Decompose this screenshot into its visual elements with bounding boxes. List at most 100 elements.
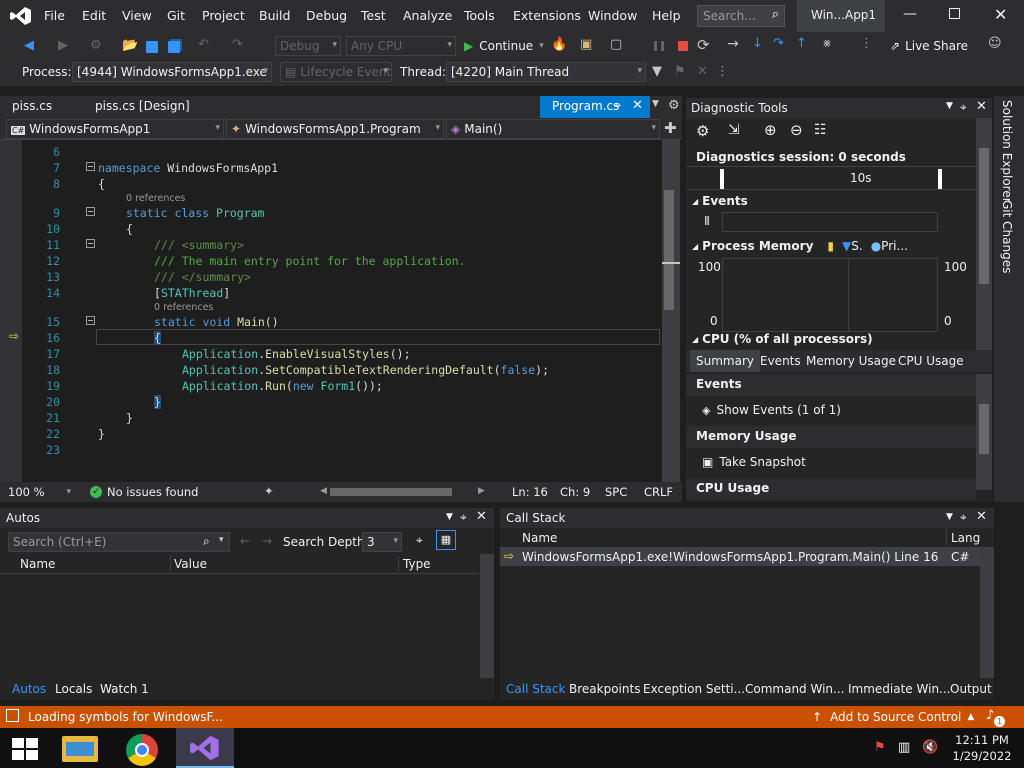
tab-watch-1[interactable]: Watch 1	[100, 682, 149, 696]
line-indicator[interactable]: Ln: 16	[512, 485, 548, 499]
stop-icon[interactable]	[678, 41, 688, 51]
tab-overflow-icon[interactable]: ▼	[652, 99, 659, 109]
settings-icon[interactable]: ⚙	[668, 98, 680, 113]
collapse-comment-icon[interactable]: −	[86, 239, 95, 248]
live-share-button[interactable]: ⇗ Live Share	[890, 39, 968, 53]
tab-command-window[interactable]: Command Win...	[745, 682, 844, 696]
tab-immediate-window[interactable]: Immediate Win...	[848, 682, 951, 696]
whitespace-indicator[interactable]: SPC	[605, 485, 627, 499]
search-forward-icon[interactable]: →	[262, 534, 272, 548]
minimize-icon[interactable]: —	[903, 6, 917, 22]
battery-icon[interactable]: ▥	[898, 740, 910, 755]
process-icon[interactable]: ▣	[580, 37, 592, 52]
split-icon[interactable]: ✚	[664, 119, 677, 137]
close-panel-icon[interactable]: ✕	[976, 509, 987, 524]
tab-output[interactable]: Output	[950, 682, 992, 696]
col-name[interactable]: Name	[522, 531, 557, 545]
col-value[interactable]: Value	[174, 557, 207, 571]
tab-program-cs[interactable]: Program.cs ⌖ ✕	[540, 96, 650, 118]
window-icon[interactable]: ▢	[610, 37, 622, 52]
autos-scrollbar[interactable]	[480, 554, 494, 678]
menu-project[interactable]: Project	[202, 8, 245, 23]
thread-select[interactable]: [4220] Main Thread ▾	[446, 62, 646, 82]
tab-piss-cs-design[interactable]: piss.cs [Design]	[83, 96, 202, 118]
project-select[interactable]: C# WindowsFormsApp1 ▾	[6, 119, 224, 139]
menu-help[interactable]: Help	[652, 8, 681, 23]
zoom-select[interactable]: 100 % ▾	[8, 485, 71, 499]
undo-icon[interactable]: ↶	[198, 37, 209, 52]
col-language[interactable]: Lang	[951, 531, 980, 545]
collapse-class-icon[interactable]: −	[86, 207, 95, 216]
platform-select[interactable]: Any CPU ▾	[346, 36, 456, 56]
tab-cpu-usage[interactable]: CPU Usage	[898, 354, 964, 368]
timeline-start-handle[interactable]	[720, 169, 724, 189]
show-next-statement-icon[interactable]: →	[727, 36, 739, 52]
call-stack-scrollbar[interactable]	[980, 548, 994, 678]
code-editor[interactable]: ⇨ 6 7 8 9 10 11 12 13 14 15 16 17 18 19 …	[0, 140, 682, 482]
cpu-section-header[interactable]: ◢ CPU (% of all processors)	[692, 332, 873, 346]
visual-studio-logo-icon[interactable]	[10, 6, 32, 26]
step-out-icon[interactable]: ↑	[796, 36, 807, 51]
menu-debug[interactable]: Debug	[306, 8, 347, 23]
panel-menu-icon[interactable]: ▼	[946, 101, 953, 111]
scrollbar-thumb[interactable]	[979, 148, 989, 284]
scrollbar-thumb[interactable]	[979, 404, 989, 454]
issues-indicator[interactable]: ✓ No issues found	[90, 485, 198, 499]
filter-icon[interactable]: ▼	[652, 64, 662, 79]
tab-exception-settings[interactable]: Exception Setti...	[643, 682, 745, 696]
close-tab-icon[interactable]: ✕	[632, 98, 643, 113]
network-alert-icon[interactable]: ⚑	[874, 740, 886, 755]
scroll-right-icon[interactable]: ▶	[478, 486, 485, 496]
open-folder-icon[interactable]: 📂	[122, 38, 138, 53]
scrollbar-thumb[interactable]	[664, 190, 674, 310]
export-icon[interactable]: ⇲	[728, 122, 740, 138]
pin-icon[interactable]: ⌖	[615, 99, 621, 113]
column-indicator[interactable]: Ch: 9	[560, 485, 590, 499]
file-explorer-icon[interactable]	[62, 736, 98, 762]
visual-studio-taskbar-icon[interactable]	[176, 728, 234, 768]
menu-analyze[interactable]: Analyze	[403, 8, 452, 23]
search-input[interactable]: Search... ⌕	[697, 5, 785, 27]
process-select[interactable]: [4944] WindowsFormsApp1.exe ▾	[72, 62, 272, 82]
hot-path-icon[interactable]: ⨳	[823, 36, 831, 51]
pin-icon[interactable]: ⌖	[960, 100, 967, 115]
system-clock[interactable]: 12:11 PM 1/29/2022	[948, 732, 1016, 764]
timeline-end-handle[interactable]	[938, 169, 942, 189]
git-changes-tab[interactable]: Git Changes	[1000, 200, 1014, 273]
tab-breakpoints[interactable]: Breakpoints	[569, 682, 640, 696]
menu-extensions[interactable]: Extensions	[513, 8, 581, 23]
col-type[interactable]: Type	[403, 557, 431, 571]
add-to-source-control-button[interactable]: ↑ Add to Source Control ▲	[812, 710, 974, 724]
panel-menu-icon[interactable]: ▼	[446, 512, 453, 522]
line-ending-indicator[interactable]: CRLF	[644, 485, 673, 499]
search-back-icon[interactable]: ←	[240, 534, 250, 548]
zoom-in-icon[interactable]: ⊕	[764, 121, 777, 139]
process-memory-section-header[interactable]: ◢ Process Memory ▮ ▼ S. ● Pri...	[692, 239, 908, 253]
menu-git[interactable]: Git	[167, 8, 185, 23]
menu-window[interactable]: Window	[588, 8, 637, 23]
chrome-icon[interactable]	[126, 734, 158, 766]
step-into-icon[interactable]: ↓	[752, 36, 763, 51]
member-select[interactable]: ◈ Main() ▾	[446, 119, 660, 139]
menu-view[interactable]: View	[122, 8, 152, 23]
collapse-namespace-icon[interactable]: −	[86, 162, 95, 171]
scroll-left-icon[interactable]: ◀	[320, 486, 327, 496]
close-panel-icon[interactable]: ✕	[476, 509, 487, 524]
save-all-icon[interactable]	[168, 41, 180, 53]
code-cleanup-icon[interactable]: ✦	[264, 484, 274, 498]
volume-muted-icon[interactable]: 🔇	[922, 740, 938, 755]
solution-explorer-tab[interactable]: Solution Explorer	[1000, 100, 1014, 203]
take-snapshot-button[interactable]: ▣ Take Snapshot	[702, 455, 806, 469]
overflow-icon[interactable]: ⋮	[860, 36, 873, 51]
show-events-link[interactable]: ◈ Show Events (1 of 1)	[702, 403, 841, 417]
col-name[interactable]: Name	[20, 557, 55, 571]
tab-call-stack[interactable]: Call Stack	[506, 682, 565, 696]
class-select[interactable]: ✦ WindowsFormsApp1.Program ▾	[226, 119, 444, 139]
maximize-icon[interactable]	[949, 8, 960, 19]
feedback-icon[interactable]: ☺	[988, 36, 1002, 51]
menu-edit[interactable]: Edit	[82, 8, 106, 23]
select-tools-icon[interactable]: ⚙	[696, 122, 709, 140]
search-depth-select[interactable]: 3 ▾	[362, 532, 402, 552]
close-panel-icon[interactable]: ✕	[976, 99, 987, 114]
close-icon[interactable]: ✕	[994, 5, 1007, 24]
